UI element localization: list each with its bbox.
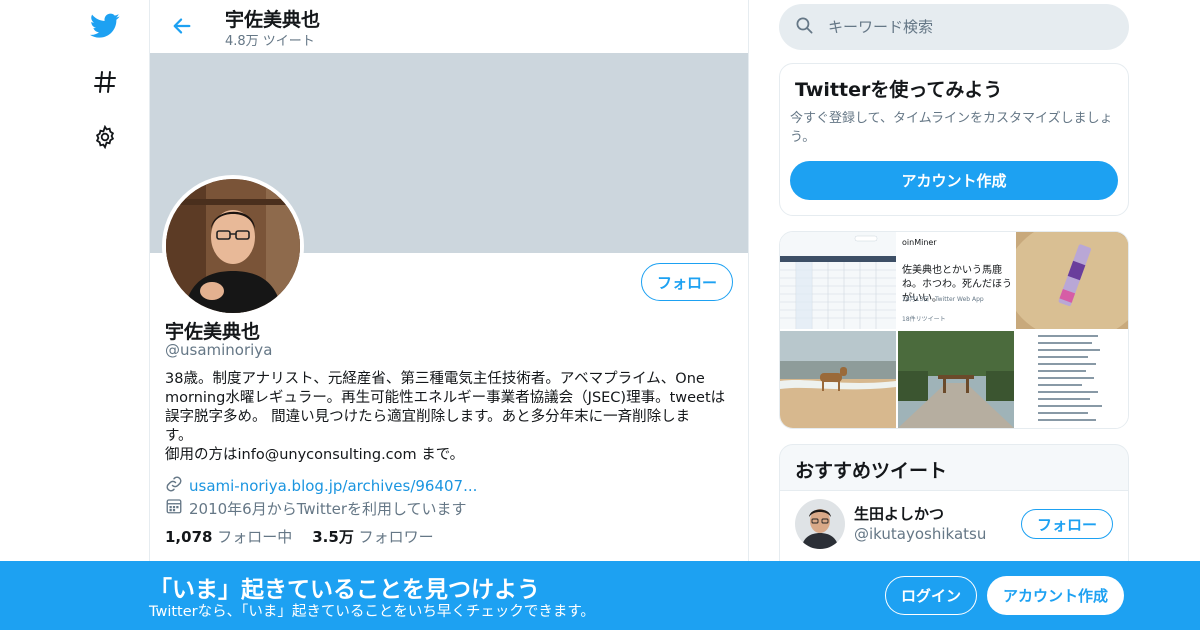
- bottom-signup-button[interactable]: アカウント作成: [987, 576, 1124, 615]
- search-input[interactable]: [828, 18, 1108, 36]
- link-icon: [165, 475, 189, 497]
- profile-bio: 38歳。制度アナリスト、元経産省、第三種電気主任技術者。アベマプライム、One …: [165, 371, 726, 463]
- recommended-user-name: 生田よしかつ: [854, 505, 945, 523]
- media-thumb-shrine-path[interactable]: [898, 331, 1014, 428]
- signup-card: Twitterを使ってみよう 今すぐ登録して、タイムラインをカスタマイズしましょ…: [779, 63, 1129, 216]
- signup-card-title: Twitterを使ってみよう: [795, 79, 1003, 101]
- profile-column: 宇佐美典也 4.8万 ツイート フォロー 宇佐美典也 @usaminoriya …: [149, 0, 749, 630]
- twitter-bird-icon[interactable]: [89, 10, 121, 42]
- header-title: 宇佐美典也: [225, 9, 321, 31]
- recommended-title: おすすめツイート: [795, 460, 948, 482]
- profile-name: 宇佐美典也: [165, 321, 261, 343]
- profile-link-row: usami-noriya.blog.jp/archives/96407...: [165, 475, 477, 497]
- media-thumb-document-list[interactable]: [1016, 331, 1128, 428]
- profile-website-link[interactable]: usami-noriya.blog.jp/archives/96407...: [189, 477, 477, 495]
- search-icon: [795, 16, 814, 39]
- profile-joined-row: 2010年6月からTwitterを利用しています: [165, 497, 467, 519]
- recommended-follow-button[interactable]: フォロー: [1021, 509, 1113, 539]
- following-stat[interactable]: 1,078 フォロー中: [165, 526, 292, 547]
- follow-button[interactable]: フォロー: [641, 263, 733, 301]
- search-box[interactable]: [779, 4, 1129, 50]
- joined-date: 2010年6月からTwitterを利用しています: [189, 499, 467, 518]
- recommended-user-handle: @ikutayoshikatsu: [854, 525, 987, 543]
- media-thumb-spreadsheet[interactable]: [780, 232, 896, 329]
- media-thumb-tweet-screenshot[interactable]: oinMiner 佐美典也とかいう馬鹿ね。ホつわ。死んだほうがいい。 18月13…: [898, 232, 1014, 329]
- media-thumb-beach-dog[interactable]: [780, 331, 896, 428]
- recommended-user-row[interactable]: 生田よしかつ @ikutayoshikatsu フォロー: [780, 491, 1128, 561]
- back-arrow-icon[interactable]: [168, 12, 196, 40]
- follow-counts: 1,078 フォロー中 3.5万 フォロワー: [165, 526, 434, 547]
- followers-stat[interactable]: 3.5万 フォロワー: [312, 526, 433, 547]
- profile-avatar[interactable]: [162, 175, 304, 317]
- tweet-count: 4.8万 ツイート: [225, 34, 315, 49]
- login-button[interactable]: ログイン: [885, 576, 977, 615]
- media-card: oinMiner 佐美典也とかいう馬鹿ね。ホつわ。死んだほうがいい。 18月13…: [779, 231, 1129, 429]
- media-thumb-package[interactable]: [1016, 232, 1128, 329]
- gear-icon[interactable]: [89, 121, 121, 153]
- avatar[interactable]: [795, 499, 845, 549]
- calendar-icon: [165, 497, 189, 519]
- profile-handle: @usaminoriya: [165, 341, 273, 359]
- hashtag-icon[interactable]: [89, 66, 121, 98]
- create-account-button[interactable]: アカウント作成: [790, 161, 1118, 200]
- bottom-bar-subtitle: Twitterなら、「いま」起きていることをいち早くチェックできます。: [149, 604, 595, 620]
- bottom-bar-title: 「いま」起きていることを見つけよう: [149, 577, 540, 603]
- signup-card-description: 今すぐ登録して、タイムラインをカスタマイズしましょう。: [790, 111, 1113, 145]
- signup-prompt-bar: 「いま」起きていることを見つけよう Twitterなら、「いま」起きていることを…: [0, 561, 1200, 630]
